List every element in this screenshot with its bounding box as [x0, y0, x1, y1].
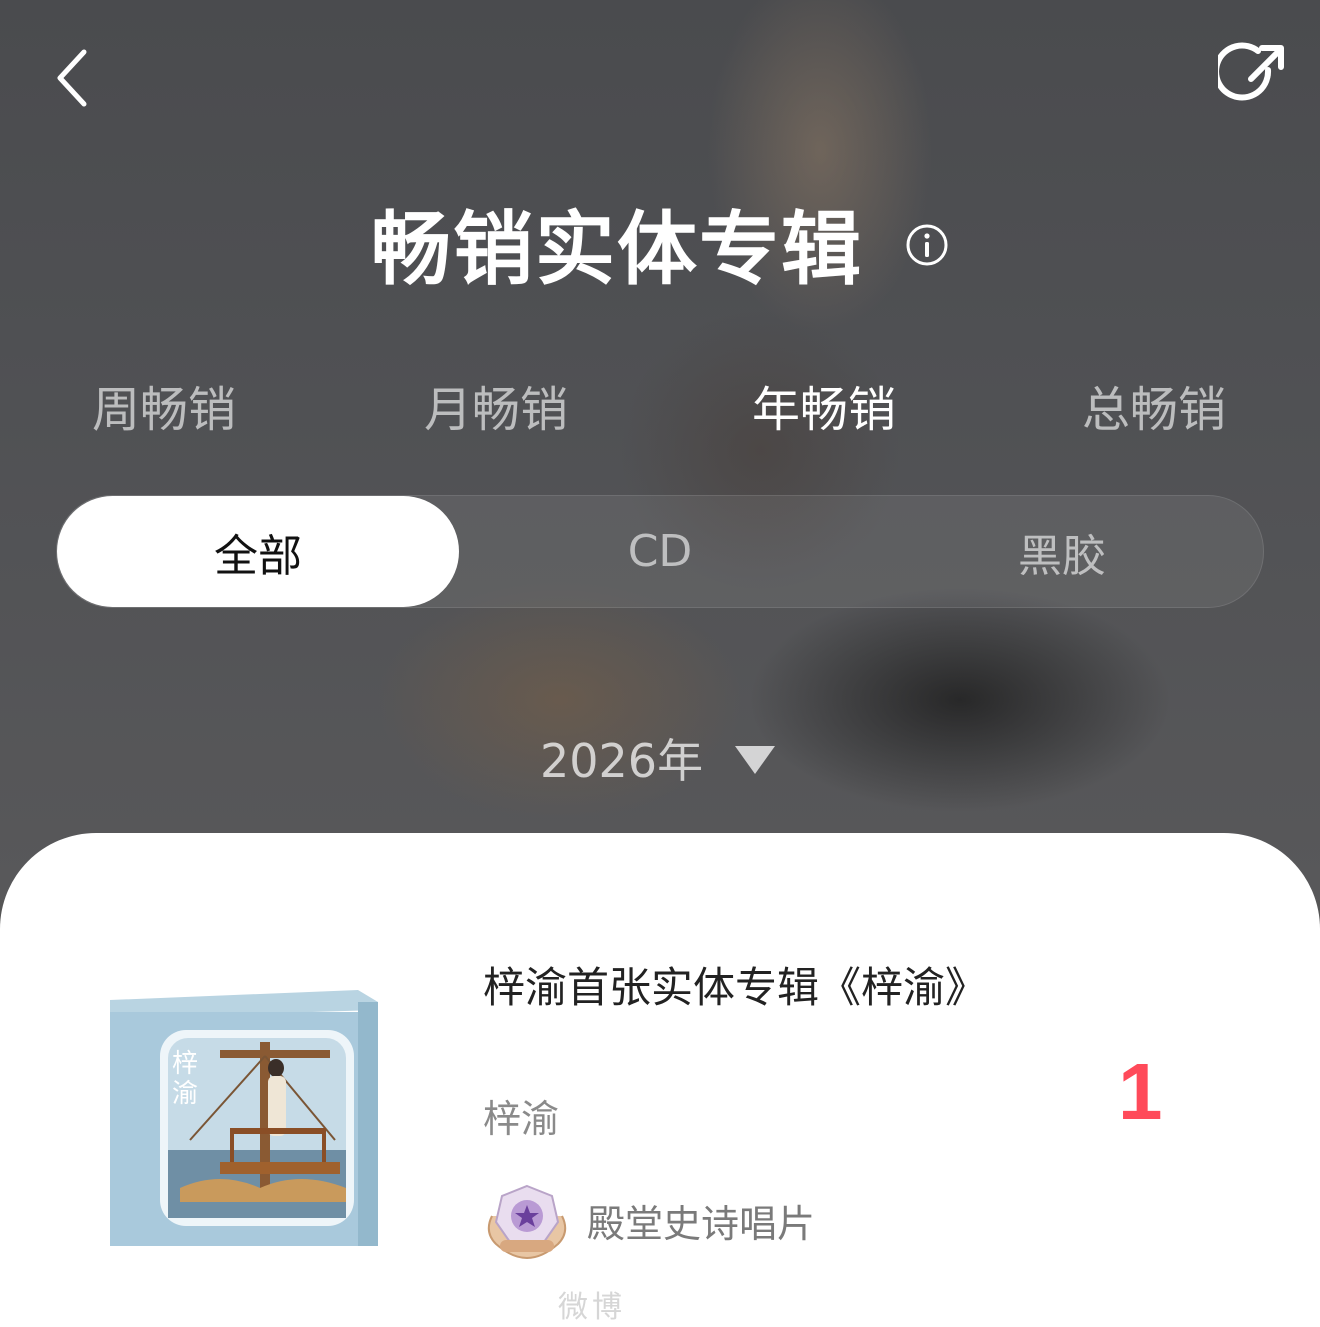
- triangle-down-icon: [735, 746, 776, 774]
- year-selector[interactable]: 2026年: [540, 728, 776, 788]
- album-artist[interactable]: 梓渝: [483, 1088, 559, 1143]
- badge-label: 殿堂史诗唱片: [587, 1202, 816, 1246]
- share-button[interactable]: [1213, 42, 1288, 112]
- year-value: 2026年: [540, 734, 704, 788]
- rank-number: 1: [1118, 1047, 1163, 1136]
- album-title[interactable]: 梓渝首张实体专辑《梓渝》: [483, 958, 987, 1018]
- svg-text:渝: 渝: [172, 1079, 198, 1109]
- cover-title-text: 梓: [172, 1049, 198, 1079]
- format-segmented-control: 全部 CD 黑胶: [56, 495, 1264, 608]
- page-title: 畅销实体专辑: [371, 203, 863, 296]
- back-button[interactable]: [52, 48, 92, 108]
- epic-record-badge-icon: [487, 1184, 567, 1260]
- tab-all-time[interactable]: 总畅销: [1044, 370, 1264, 440]
- album-cover-image: 梓 渝: [110, 990, 378, 1246]
- format-tab-cd[interactable]: CD: [459, 496, 861, 607]
- info-icon[interactable]: [905, 223, 949, 267]
- tab-yearly[interactable]: 年畅销: [714, 370, 934, 440]
- tab-monthly[interactable]: 月畅销: [386, 370, 606, 440]
- album-cover[interactable]: 梓 渝: [110, 990, 378, 1246]
- share-icon: [1213, 42, 1284, 101]
- period-tabs: 周畅销 月畅销 年畅销 总畅销: [0, 370, 1320, 440]
- format-tab-all[interactable]: 全部: [57, 496, 459, 607]
- tab-weekly[interactable]: 周畅销: [54, 370, 274, 440]
- format-tab-vinyl[interactable]: 黑胶: [861, 496, 1263, 607]
- page-header: 畅销实体专辑: [0, 188, 1320, 298]
- chevron-left-icon: [57, 49, 87, 107]
- watermark: 微博: [558, 1290, 626, 1325]
